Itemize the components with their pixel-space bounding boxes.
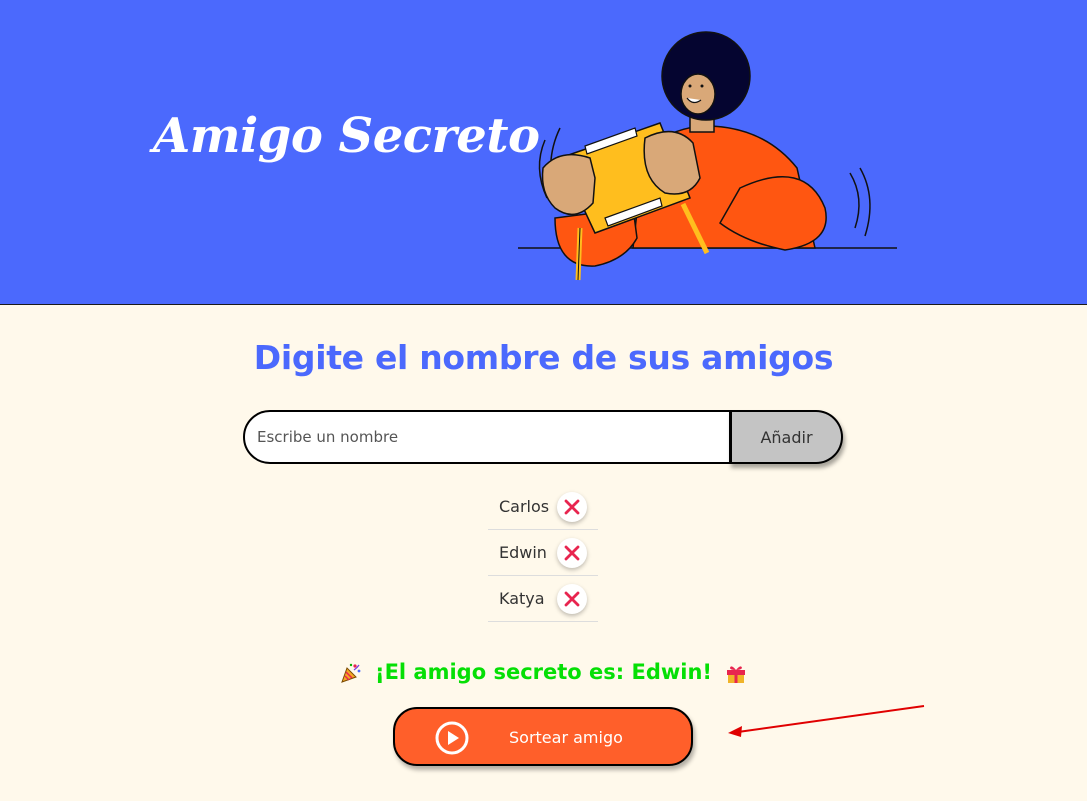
draw-friend-button[interactable]: Sortear amigo — [393, 707, 693, 766]
list-item: Edwin — [488, 530, 598, 576]
friend-name: Katya — [499, 589, 545, 608]
add-friend-form: Añadir — [243, 410, 843, 464]
friends-list: Carlos Edwin Katya — [488, 484, 598, 622]
play-icon — [435, 721, 469, 755]
annotation-arrow — [728, 705, 925, 737]
remove-friend-button[interactable] — [557, 538, 587, 568]
name-input[interactable] — [243, 410, 731, 464]
close-icon — [564, 545, 580, 561]
header-banner: Amigo Secreto — [0, 0, 1087, 305]
result-message: ¡El amigo secreto es: Edwin! — [0, 660, 1087, 684]
remove-friend-button[interactable] — [557, 584, 587, 614]
close-icon — [564, 591, 580, 607]
gift-icon — [727, 666, 746, 683]
close-icon — [564, 499, 580, 515]
friend-name: Edwin — [499, 543, 547, 562]
party-popper-icon — [340, 663, 361, 683]
friend-name: Carlos — [499, 497, 550, 516]
list-item: Katya — [488, 576, 598, 622]
list-item: Carlos — [488, 484, 598, 530]
app-title: Amigo Secreto — [153, 108, 540, 164]
person-with-gift-illustration — [518, 31, 897, 281]
remove-friend-button[interactable] — [557, 492, 587, 522]
add-button[interactable]: Añadir — [729, 410, 843, 464]
result-text: ¡El amigo secreto es: Edwin! — [375, 660, 712, 684]
section-heading: Digite el nombre de sus amigos — [253, 338, 834, 377]
draw-button-label: Sortear amigo — [509, 728, 623, 747]
